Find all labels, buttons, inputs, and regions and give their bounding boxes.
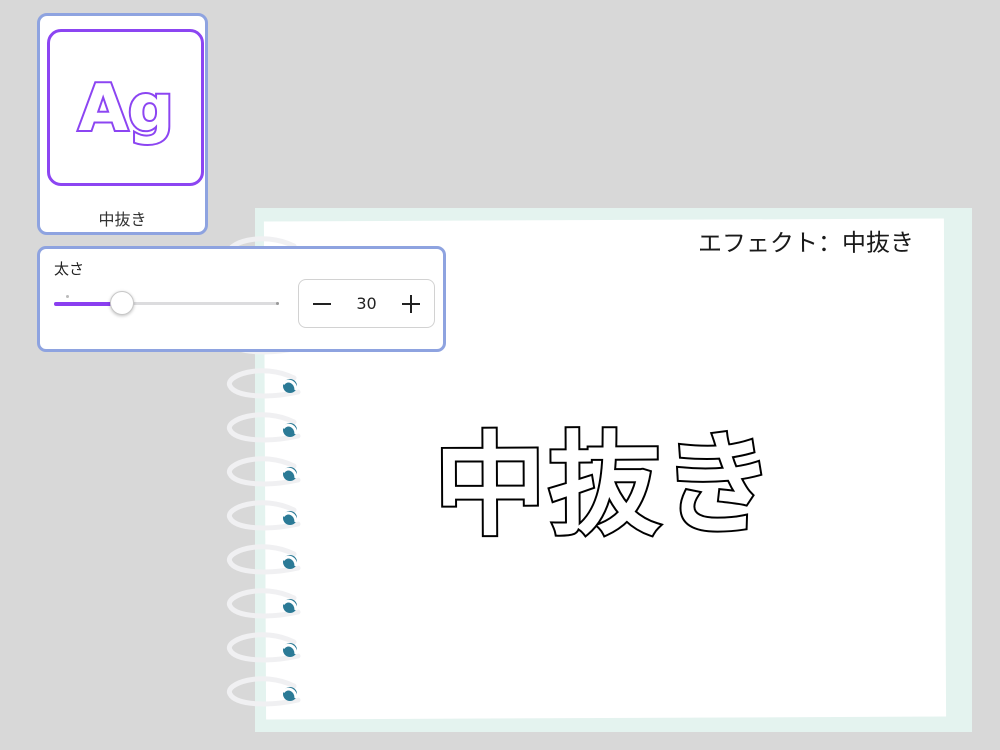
slider-end-mark bbox=[276, 302, 279, 305]
plus-icon bbox=[401, 294, 420, 313]
page-label: エフェクト：中抜き bbox=[697, 228, 915, 258]
thickness-slider[interactable] bbox=[54, 289, 279, 319]
outline-sample-text[interactable]: 中抜き bbox=[265, 394, 946, 559]
thickness-label: 太さ bbox=[54, 260, 85, 278]
effect-card-outline[interactable]: Ag 中抜き bbox=[37, 13, 208, 235]
minus-icon bbox=[313, 302, 331, 305]
thumbnail-text: Ag bbox=[78, 72, 173, 146]
decrement-button[interactable] bbox=[311, 293, 333, 315]
effect-thumbnail: Ag bbox=[47, 29, 204, 186]
thickness-value[interactable]: 30 bbox=[356, 294, 376, 313]
slider-default-mark bbox=[66, 295, 69, 298]
thickness-stepper: 30 bbox=[298, 279, 435, 328]
increment-button[interactable] bbox=[400, 293, 422, 315]
slider-thumb[interactable] bbox=[110, 291, 134, 315]
effect-name: 中抜き bbox=[98, 210, 147, 229]
thickness-panel: 太さ 30 bbox=[37, 246, 446, 352]
canvas-stage: エフェクト：中抜き 中抜き Ag 中抜き 太さ 30 bbox=[0, 0, 1000, 750]
outline-ag-icon: Ag bbox=[76, 70, 175, 148]
